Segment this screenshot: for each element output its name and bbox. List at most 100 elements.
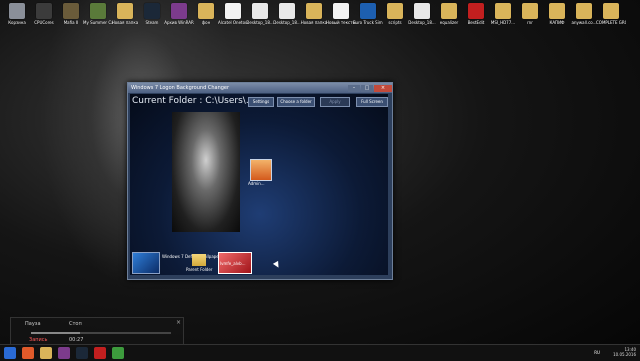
desktop-icon-label: КАПИФ [549,20,565,25]
recording-progress [31,332,171,334]
desktop-icon-label: Desktop_18... [408,20,436,25]
folder-icon[interactable] [192,254,206,266]
desktop-icon[interactable]: Euro Truck Simulator [353,3,383,25]
desktop-icon[interactable]: фон [191,3,221,25]
desktop-icon-label: Новый текстовый [326,20,356,25]
recording-status: Запись [29,337,48,343]
desktop-icon-label: Euro Truck Simulator [353,20,383,25]
desktop-icon-label: Desktop_18... [273,20,301,25]
desktop-icon[interactable]: Mafia II [56,3,86,25]
desktop-app-icon [36,3,52,19]
desktop-app-icon [333,3,349,19]
desktop-app-icon [576,3,592,19]
desktop-icon-label: Desktop_18... [246,20,274,25]
desktop-icon[interactable]: COMPLETE GROUND [596,3,626,25]
window-client: Current Folder : C:\Users\... Settings C… [130,94,388,275]
desktop-icon[interactable]: Корзина [2,3,32,25]
steam-icon[interactable] [76,347,88,359]
desktop-icon-label: CPUCores [34,20,54,25]
current-folder: Current Folder : C:\Users\... [132,96,255,106]
desktop-app-icon [414,3,430,19]
desktop-app-icon [306,3,322,19]
desktop-app-icon [387,3,403,19]
desktop-icon[interactable]: BestEdit [461,3,491,25]
desktop-app-icon [90,3,106,19]
desktop-icon[interactable]: rnr [515,3,545,25]
desktop-app-icon [9,3,25,19]
language-indicator[interactable]: RU [594,350,600,355]
browser-icon[interactable] [22,347,34,359]
titlebar[interactable]: Windows 7 Logon Background Changer – □ × [128,83,392,93]
desktop-icon[interactable]: КАПИФ [542,3,572,25]
logon-changer-window: Windows 7 Logon Background Changer – □ ×… [127,82,393,280]
date: 10.05.2016 [613,352,636,357]
user-name: Admin... [248,181,265,186]
desktop-icon[interactable]: Новая папка [299,3,329,25]
desktop-icon[interactable]: CPUCores [29,3,59,25]
app-icon[interactable] [58,347,70,359]
desktop-icon-label: фон [201,20,211,25]
recording-time: 00:27 [69,337,84,343]
choose-folder-button[interactable]: Choose a folder [277,97,315,107]
close-icon[interactable]: × [176,319,181,326]
thumbnail-default-wallpaper[interactable] [132,252,160,274]
desktop-icon[interactable]: Новый текстовый [326,3,356,25]
desktop-icon-label: scripts [388,20,402,25]
full-screen-button[interactable]: Full Screen [356,97,388,107]
desktop-icon[interactable]: scripts [380,3,410,25]
desktop-app-icon [252,3,268,19]
desktop-icon-label: Alcatel Onetouch [218,20,248,25]
settings-button[interactable]: Settings [248,97,274,107]
desktop-icon[interactable]: Alcatel Onetouch [218,3,248,25]
desktop-app-icon [225,3,241,19]
logon-preview-image [172,112,240,232]
start-icon[interactable] [4,347,16,359]
desktop-app-icon [360,3,376,19]
desktop-icon-label: Новая папка [111,20,139,25]
desktop-icon-label: Новая папка [300,20,328,25]
desktop-icon[interactable]: equalizer [434,3,464,25]
desktop-icon[interactable]: MSI_HD77... [488,3,518,25]
desktop-icon[interactable]: Desktop_18... [407,3,437,25]
thumbnail-strip: Windows 7 Default wallpaper Parent Folde… [130,252,388,275]
pause-button[interactable]: Пауза [25,321,41,327]
maximize-icon[interactable]: □ [361,84,373,92]
desktop-icon-label: Mafia II [63,20,79,25]
desktop-app-icon [198,3,214,19]
desktop-icon-label: Архив WinRAR [164,20,194,25]
desktop-icon-label: BestEdit [467,20,485,25]
desktop-icon[interactable]: Новая папка [110,3,140,25]
screen-recorder-panel: Пауза Стоп × Запись 00:27 [10,317,184,347]
desktop-icon[interactable]: My Summer Car [83,3,113,25]
explorer-icon[interactable] [40,347,52,359]
recording-progress-fill [31,332,80,334]
stop-button[interactable]: Стоп [69,321,82,327]
app-icon[interactable] [112,347,124,359]
media-icon[interactable] [94,347,106,359]
desktop-icon-label: anywall.co... [571,20,597,25]
window-title: Windows 7 Logon Background Changer [131,85,230,91]
close-icon[interactable]: × [374,84,392,92]
thumbnail-label: Parent Folder [186,267,213,272]
apply-button[interactable]: Apply [320,97,350,107]
desktop-icon-label: Steam [145,20,159,25]
desktop-icon[interactable]: anywall.co... [569,3,599,25]
desktop-app-icon [603,3,619,19]
minimize-icon[interactable]: – [348,84,360,92]
desktop-app-icon [495,3,511,19]
desktop-icon[interactable]: Desktop_18... [245,3,275,25]
desktop-icon-label: My Summer Car [83,20,113,25]
thumbnail-label: lvmfe_alvb... [220,261,246,266]
desktop-icon-label: equalizer [439,20,459,25]
desktop-app-icon [279,3,295,19]
desktop-icon[interactable]: Архив WinRAR [164,3,194,25]
desktop-icon[interactable]: Desktop_18... [272,3,302,25]
desktop-app-icon [144,3,160,19]
desktop-icon-label: Корзина [8,20,26,25]
desktop-icon[interactable]: Steam [137,3,167,25]
taskbar: 13:40 10.05.2016 RU [0,344,640,361]
clock[interactable]: 13:40 10.05.2016 [613,347,636,357]
desktop-app-icon [522,3,538,19]
desktop-icon-label: COMPLETE GROUND [596,20,626,25]
desktop-app-icon [117,3,133,19]
